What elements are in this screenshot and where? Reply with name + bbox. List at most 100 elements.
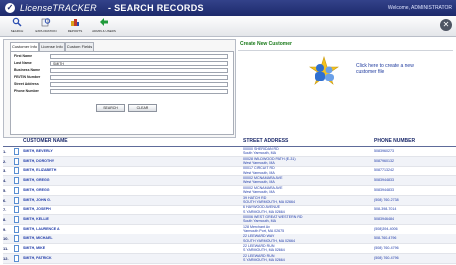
search-form: First Name Last Name SMITH Business Name…: [10, 51, 234, 135]
phone-number: (508)394-4006: [374, 226, 398, 231]
document-icon[interactable]: [14, 177, 19, 185]
document-icon[interactable]: [14, 196, 19, 204]
last-name-field[interactable]: SMITH: [50, 61, 228, 66]
table-row[interactable]: 8. SMITH, KELLIE 00006 WEST GREAT WESTERN …: [3, 214, 456, 225]
phone-number: (508) 760-4796: [374, 255, 399, 260]
clear-button[interactable]: CLEAR: [128, 104, 157, 112]
table-row[interactable]: 10. SMITH, MICHAEL 22 LEEWARD WAY SOUTH YAR…: [3, 234, 456, 245]
phone-number-field[interactable]: [50, 89, 228, 94]
customer-name-link[interactable]: SMITH, BEVERLY: [23, 149, 53, 154]
tab-license-info[interactable]: License Info: [39, 42, 65, 51]
reports-button[interactable]: REPORTS: [62, 17, 88, 35]
explore-icon: [41, 17, 51, 27]
table-row[interactable]: 12. SMITH, PATRICK 22 LEEWARD RUN S YARMOUT…: [3, 253, 456, 264]
document-icon[interactable]: [14, 167, 19, 175]
business-name-field[interactable]: [50, 68, 228, 73]
city-state: South Yarmouth, MA: [243, 219, 277, 224]
customer-name-link[interactable]: SMITH, GREGG: [23, 188, 50, 193]
first-name-label: First Name: [14, 54, 33, 58]
customer-name-link[interactable]: SMITH, JOSEPH: [23, 207, 51, 212]
phone-number: (508) 760-2738: [374, 197, 399, 202]
phone-number-label: Phone Number: [14, 89, 39, 93]
phone-number: 5083946484: [374, 216, 394, 221]
fei-tin-label: FEI/TIN Number: [14, 75, 41, 79]
fei-tin-field[interactable]: [50, 75, 228, 80]
col-street-address[interactable]: STREET ADDRESS: [243, 138, 288, 145]
city-state: South Yarmouth, MA: [243, 151, 277, 156]
row-number: 11.: [3, 246, 9, 251]
document-icon[interactable]: [14, 225, 19, 233]
customer-name-link[interactable]: SMITH, MIKE: [23, 246, 45, 251]
reports-icon: [70, 17, 80, 27]
city-state: West Yarmouth, MA: [243, 170, 275, 175]
document-icon[interactable]: [14, 254, 19, 262]
phone-number: 5083960273: [374, 149, 394, 153]
customer-name-link[interactable]: SMITH, JOHN G.: [23, 198, 51, 203]
admin-users-button[interactable]: ADMIN & USERS: [91, 17, 117, 35]
document-icon[interactable]: [14, 186, 19, 194]
customer-name-link[interactable]: SMITH, LAURENCE A: [23, 227, 60, 232]
document-icon[interactable]: [14, 215, 19, 223]
row-number: 5.: [3, 187, 7, 193]
customer-name-link[interactable]: SMITH, MICHAEL: [23, 236, 53, 241]
fei-tin-row: FEI/TIN Number: [14, 75, 230, 80]
customer-name-link[interactable]: SMITH, DOROTHY: [23, 159, 54, 164]
last-name-label: Last Name: [14, 61, 32, 65]
table-row[interactable]: 7. SMITH, JOSEPH 6 HAYWOOD AVENUE S YARMOUT…: [3, 205, 456, 216]
title-bar: ✓ LicenseTRACKER - SEARCH RECORDS Welcom…: [0, 0, 456, 16]
last-name-row: Last Name SMITH: [14, 61, 230, 66]
city-state: S YARMOUTH, MA 02664: [243, 209, 285, 214]
document-icon[interactable]: [14, 206, 19, 214]
row-number: 1.: [3, 149, 7, 154]
table-row[interactable]: 1. SMITH, BEVERLY 00000 SHERIDAN RD South Y…: [3, 147, 456, 157]
customer-name-link[interactable]: SMITH, PATRICK: [23, 256, 52, 261]
results-table: 1. SMITH, BEVERLY 00000 SHERIDAN RD South Y…: [3, 147, 456, 265]
city-state: West Yarmouth, MA: [243, 180, 275, 185]
results-header: CUSTOMER NAME STREET ADDRESS PHONE NUMBE…: [3, 137, 456, 147]
table-row[interactable]: 9. SMITH, LAURENCE A 128 Merchant Av Yarmou…: [3, 225, 456, 235]
customer-name-link[interactable]: SMITH, KELLIE: [23, 217, 49, 222]
search-submit-button[interactable]: SEARCH: [96, 104, 125, 112]
table-row[interactable]: 5. SMITH, GREGG 00002 MCNAMARA AVE West Yar…: [3, 186, 456, 196]
exploration-button[interactable]: EXPLORATION: [33, 17, 59, 35]
phone-number: 5087960132: [374, 158, 394, 163]
city-state: S YARMOUTH, MA 02664: [243, 258, 285, 263]
table-row[interactable]: 3. SMITH, ELIZABETH 00017 CIRCUIT RD West Y…: [3, 166, 456, 177]
customer-name-link[interactable]: SMITH, GREGG: [23, 178, 50, 183]
tab-custom-fields[interactable]: Custom Fields: [65, 42, 94, 51]
document-icon[interactable]: [14, 235, 19, 243]
first-name-field[interactable]: [50, 54, 228, 59]
page-title: - SEARCH RECORDS: [108, 3, 204, 13]
row-number: 6.: [3, 197, 7, 203]
toolbar: SEARCH EXPLORATION REPORTS ADMIN & USERS…: [0, 16, 456, 37]
row-number: 2.: [3, 158, 7, 164]
new-customer-icon[interactable]: [309, 55, 339, 86]
row-number: 7.: [3, 207, 7, 213]
document-icon[interactable]: [14, 245, 19, 252]
search-button[interactable]: SEARCH: [4, 17, 30, 35]
row-number: 8.: [3, 216, 7, 222]
customer-name-link[interactable]: SMITH, ELIZABETH: [23, 168, 56, 173]
street-address-label: Street Address: [14, 82, 39, 86]
reports-button-label: REPORTS: [67, 29, 83, 33]
street-address-row: Street Address: [14, 82, 230, 87]
close-icon[interactable]: ✕: [440, 19, 452, 31]
street-address-field[interactable]: [50, 82, 228, 87]
col-customer-name[interactable]: CUSTOMER NAME: [23, 138, 68, 145]
document-icon[interactable]: [14, 157, 19, 165]
phone-number: 508-760-4796: [374, 236, 397, 241]
document-icon[interactable]: [14, 148, 19, 155]
search-icon: [12, 17, 22, 27]
logo-icon: ✓: [5, 3, 15, 13]
app-name: LicenseTRACKER: [20, 3, 97, 13]
table-row[interactable]: 2. SMITH, DOROTHY 00028 WILDWOOD PATH (E-3…: [3, 156, 456, 167]
city-state: West Yarmouth, MA: [243, 190, 275, 195]
table-row[interactable]: 6. SMITH, JOHN G. 39 HATCH RD SOUTH YARMOUT…: [3, 195, 456, 206]
phone-number: (508) 760-4796: [374, 246, 399, 250]
col-phone-number[interactable]: PHONE NUMBER: [374, 138, 415, 145]
phone-number-row: Phone Number: [14, 89, 230, 94]
new-customer-link[interactable]: Click here to create a new customer file: [356, 63, 424, 75]
business-name-label: Business Name: [14, 68, 41, 72]
table-row[interactable]: 11. SMITH, MIKE 22 LEEWARD RUN S YARMOUTH, …: [3, 244, 456, 254]
table-row[interactable]: 4. SMITH, GREGG 00002 MCNAMARA AVE West Yar…: [3, 176, 456, 187]
